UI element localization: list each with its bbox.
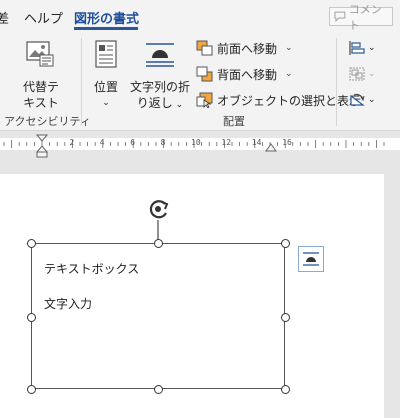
horizontal-ruler: 2 4 6 8 10 12 14 16 (0, 131, 400, 158)
align-button[interactable]: ⌄ (348, 38, 376, 58)
bring-forward-label: 前面へ移動 (217, 41, 278, 56)
indent-marker[interactable] (36, 134, 48, 158)
send-backward-button[interactable]: 背面へ移動 ⌄ (196, 64, 293, 84)
rotate-button[interactable]: ⌄ (348, 90, 376, 110)
comment-icon (334, 11, 346, 22)
send-backward-icon (196, 66, 213, 82)
alt-text-label-2: キスト (23, 96, 59, 110)
chevron-down-icon: ⌄ (368, 95, 376, 105)
group-separator (81, 38, 82, 126)
ribbon-tab-bar: 差 ヘルプ 図形の書式 コメント (0, 0, 400, 32)
chevron-down-icon: ⌄ (285, 69, 293, 79)
position-label: 位置 (93, 80, 118, 94)
resize-handle-top[interactable] (154, 239, 163, 248)
resize-handle-right[interactable] (281, 313, 290, 322)
send-backward-label: 背面へ移動 (217, 67, 278, 82)
wrap-text-button[interactable]: 文字列の折 り返し ⌄ (128, 36, 192, 110)
chevron-down-icon: ⌄ (368, 43, 376, 53)
right-indent-marker[interactable] (265, 143, 277, 153)
chevron-down-icon: ⌄ (368, 69, 376, 79)
chevron-down-icon: ⌄ (285, 43, 293, 53)
alt-text-button[interactable]: 代替テ キスト (18, 36, 64, 110)
group-icon (349, 67, 365, 81)
ruler-number: 10 (191, 138, 201, 147)
resize-handle-top-left[interactable] (27, 239, 36, 248)
ribbon: 代替テ キスト アクセシビリティ 位置 ⌄ 文字列の折 り返し ⌄ 前面へ移動 … (0, 30, 400, 131)
resize-handle-top-right[interactable] (281, 239, 290, 248)
group-button: ⌄ (348, 64, 376, 84)
tab-help[interactable]: ヘルプ (24, 8, 63, 27)
rotate-icon (350, 93, 365, 106)
resize-handle-bottom-left[interactable] (27, 385, 36, 394)
position-icon (95, 40, 117, 68)
wrap-text-label-2: り返し ⌄ (136, 96, 184, 110)
resize-handle-left[interactable] (27, 313, 36, 322)
bring-forward-button[interactable]: 前面へ移動 ⌄ (196, 38, 293, 58)
ruler-number: 12 (221, 138, 232, 147)
ruler-number: 4 (99, 138, 105, 147)
wrap-text-icon (146, 43, 174, 67)
textbox-line-2[interactable]: 文字入力 (44, 295, 92, 312)
layout-options-icon (303, 252, 319, 266)
position-button[interactable]: 位置 ⌄ (88, 36, 124, 110)
resize-handle-bottom[interactable] (154, 385, 163, 394)
wrap-text-label-1: 文字列の折 (129, 80, 190, 94)
align-icon (349, 41, 365, 55)
alt-text-icon (26, 41, 54, 67)
ruler-number: 16 (282, 138, 292, 147)
ruler-number: 6 (130, 138, 136, 147)
comment-label: コメント (348, 2, 382, 32)
comment-button[interactable]: コメント (329, 3, 393, 32)
ruler-number: 8 (160, 138, 166, 147)
arrange-group-label: 配置 (223, 115, 245, 128)
ruler-number: 14 (251, 138, 262, 147)
layout-options-button[interactable] (298, 246, 324, 272)
selection-pane-label: オブジェクトの選択と表示 (217, 93, 362, 108)
selection-pane-icon (196, 92, 213, 108)
resize-handle-bottom-right[interactable] (281, 385, 290, 394)
chevron-down-icon: ⌄ (102, 98, 110, 108)
group-separator (336, 38, 337, 126)
alt-text-label-1: 代替テ (22, 80, 59, 94)
bring-forward-icon (196, 40, 213, 56)
accessibility-group-label: アクセシビリティ (4, 115, 91, 128)
textbox-line-1[interactable]: テキストボックス (44, 260, 139, 277)
tab-partial[interactable]: 差 (0, 8, 9, 27)
tab-shape-format[interactable]: 図形の書式 (74, 8, 139, 27)
ruler-number: 2 (69, 138, 75, 147)
